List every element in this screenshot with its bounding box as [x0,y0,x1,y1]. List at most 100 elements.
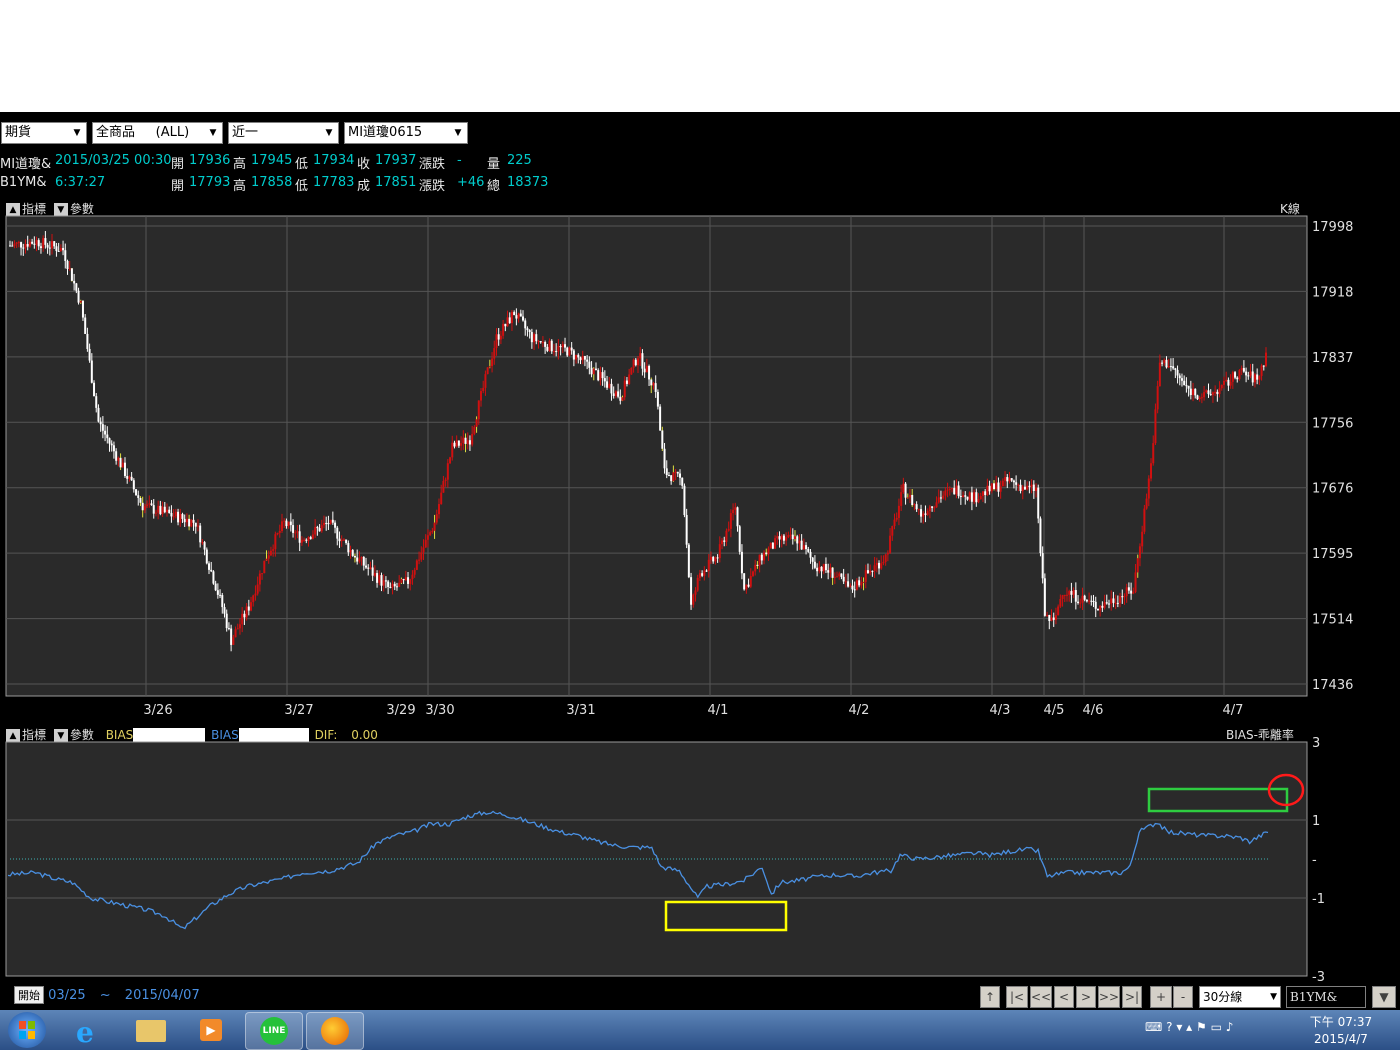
candle-body [581,356,584,361]
candle-body [641,353,644,369]
symbol-input[interactable]: B1YM& [1286,986,1366,1008]
fast-back-button[interactable]: << [1030,986,1052,1008]
candle-body [411,574,414,580]
candle-body [1054,615,1057,620]
kline-plot-area [5,215,1308,697]
candle-body [939,497,942,499]
quote1-close-label: 收 [357,157,371,172]
kline-ytick-label: 17436 [1312,678,1353,693]
first-button[interactable]: |< [1006,986,1028,1008]
candle-body [1227,379,1230,386]
candle-body [1092,600,1095,602]
candle-body [506,317,509,327]
candle-body [935,502,938,508]
candle-body [466,440,469,444]
candle-body [1260,365,1263,376]
candle-body [1023,486,1026,490]
candle-body [827,570,830,573]
chevron-down-icon: ▼ [1379,990,1389,1004]
firefox-icon[interactable] [306,1012,364,1050]
media-player-icon[interactable]: ▶ [184,1012,240,1048]
candle-body [597,370,600,381]
bias-ytick-label: -1 [1312,892,1325,907]
candle-body [1218,388,1221,395]
contract-select[interactable]: MI道瓊0615 ▼ [344,122,468,144]
candle-body [986,485,989,495]
bias-chart[interactable]: 3 1 - -1 -3 [0,736,1400,985]
candle-body [39,246,42,249]
candle-body [1187,385,1190,389]
candle-body [457,440,460,446]
up-button[interactable]: ↑ [980,986,1000,1008]
explorer-icon[interactable] [124,1012,180,1048]
candle-body [110,443,113,446]
month-select[interactable]: 近一 ▼ [228,122,339,144]
candle-body [645,365,648,373]
candle-body [234,629,237,638]
candle-body [48,247,51,249]
candle-body [729,513,732,529]
candle-body [1196,395,1199,400]
candle-body [404,577,407,581]
candle-body [437,504,440,515]
candle-body [75,283,78,291]
candle-body [1068,591,1071,595]
candle-body [926,511,929,515]
candle-body [497,334,500,340]
symbol-dropdown-button[interactable]: ▼ [1372,986,1396,1008]
candle-body [526,328,529,331]
last-button[interactable]: >| [1122,986,1142,1008]
candle-body [818,566,821,572]
candle-body [307,537,310,541]
start-orb[interactable] [8,1012,46,1048]
product-select[interactable]: 全商品 (ALL) ▼ [92,122,223,144]
clock[interactable]: 下午 07:37 2015/4/7 [1306,1014,1376,1048]
period-select[interactable]: 30分線 ▼ [1199,986,1281,1008]
candle-body [77,290,80,303]
candle-body [763,552,766,561]
candle-body [143,506,146,511]
candle-body [875,562,878,566]
candlestick-chart[interactable]: 17998 17918 17837 17756 17676 17595 17514 17436… [0,214,1400,720]
kline-xtick-label: 3/31 [566,703,595,718]
quote1-open-label: 開 [171,157,185,172]
bias-ytick-label: 1 [1312,814,1320,829]
candle-body [539,341,542,343]
market-select[interactable]: 期貨 ▼ [1,122,87,144]
candle-body [663,448,666,469]
candle-body [882,561,885,564]
zoom-out-button[interactable]: - [1173,986,1193,1008]
candle-body [533,334,536,343]
candle-body [349,550,352,553]
candle-body [460,443,463,446]
candle-body [59,248,62,252]
candle-body [964,495,967,497]
kline-ytick-label: 17998 [1312,220,1353,235]
candle-body [26,244,29,247]
candle-body [951,488,953,490]
fast-forward-button[interactable]: >> [1098,986,1120,1008]
candle-body [1110,598,1113,604]
candle-body [824,563,827,571]
candle-body [864,570,867,582]
candle-body [1037,487,1040,519]
candle-body [347,543,350,553]
zoom-in-button[interactable]: + [1150,986,1172,1008]
tray-icons[interactable]: ⌨ ? ▾ ▴ ⚑ ▭ ♪ [1145,1020,1233,1034]
candle-body [418,559,421,561]
forward-button[interactable]: > [1076,986,1096,1008]
candle-body [1063,594,1066,596]
line-icon[interactable]: LINE [245,1012,303,1050]
candle-body [984,491,987,495]
contract-select-value: MI道瓊0615 [348,125,423,140]
back-button[interactable]: < [1054,986,1074,1008]
ie-icon[interactable]: e [62,1012,118,1049]
candle-body [323,522,325,526]
candle-body [369,567,372,569]
candle-body [794,536,796,540]
candle-body [420,552,423,560]
candle-body [247,606,250,611]
candle-body [378,575,381,583]
candle-body [847,581,850,587]
candle-body [219,594,222,596]
